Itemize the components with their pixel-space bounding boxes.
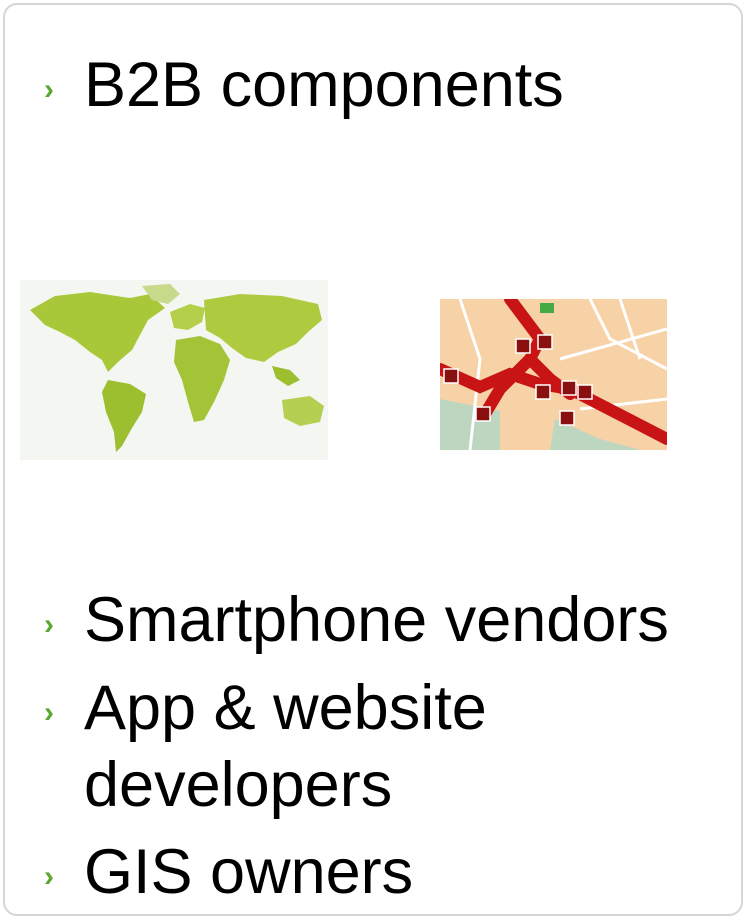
- world-map-image: [20, 280, 328, 460]
- traffic-map-image: [440, 299, 667, 450]
- bullet-gis-owners: › GIS owners: [44, 834, 413, 911]
- chevron-right-icon: ›: [44, 696, 54, 729]
- bullet-smartphone-vendors: › Smartphone vendors: [44, 582, 669, 659]
- bullet-text: Smartphone vendors: [84, 585, 669, 655]
- chevron-right-icon: ›: [44, 860, 54, 893]
- bullet-b2b: › B2B components: [44, 47, 564, 124]
- chevron-right-icon: ›: [44, 608, 54, 641]
- bullet-text: App & website: [84, 673, 487, 743]
- chevron-right-icon: ›: [44, 73, 54, 106]
- bullet-app-website-developers: › App & website developers: [44, 670, 487, 824]
- bullet-text-continued: developers: [84, 750, 393, 820]
- bullet-text: GIS owners: [84, 837, 414, 907]
- bullet-text: B2B components: [84, 50, 564, 120]
